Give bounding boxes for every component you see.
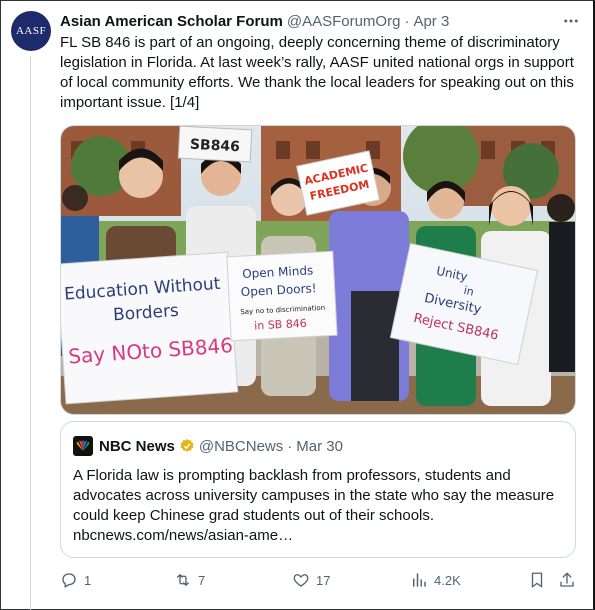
separator-dot: ·	[404, 12, 410, 30]
quoted-tweet[interactable]: NBC News @NBCNews · Mar 30 A Florida law…	[60, 421, 576, 558]
reply-icon	[62, 573, 76, 588]
sign-sb846-top: SB846	[190, 137, 241, 156]
like-button[interactable]: 17	[292, 568, 330, 592]
more-icon[interactable]	[561, 11, 581, 31]
heart-icon	[293, 574, 309, 587]
retweet-button[interactable]: 7	[174, 568, 205, 592]
views-button[interactable]: 4.2K	[410, 568, 461, 592]
quoted-handle[interactable]: @NBCNews	[199, 438, 283, 455]
views-icon	[413, 573, 426, 587]
reply-button[interactable]: 1	[60, 568, 91, 592]
reply-count: 1	[84, 572, 92, 588]
like-count: 17	[316, 572, 331, 588]
tweet-photo[interactable]: SB846 ACADEMIC FREEDOM Education Without…	[60, 125, 576, 415]
post-date[interactable]: Apr 3	[413, 13, 449, 30]
tweet-header: Asian American Scholar Forum @AASForumOr…	[60, 11, 581, 31]
share-icon	[560, 572, 574, 587]
quoted-link[interactable]: nbcnews.com/news/asian-ame…	[73, 527, 293, 544]
display-name[interactable]: Asian American Scholar Forum	[60, 13, 283, 30]
nbc-logo-icon	[73, 436, 93, 456]
quoted-display-name[interactable]: NBC News	[99, 438, 175, 455]
thread-line	[30, 56, 31, 610]
avatar[interactable]: AASF	[11, 11, 51, 51]
action-bar: 1 7 17 4.2K	[60, 568, 580, 592]
verified-badge-icon	[180, 439, 194, 452]
views-count: 4.2K	[434, 572, 461, 588]
quoted-date[interactable]: Mar 30	[296, 438, 343, 455]
share-button[interactable]	[558, 568, 582, 592]
quoted-body: A Florida law is prompting backlash from…	[73, 467, 555, 524]
user-handle[interactable]: @AASForumOrg	[287, 13, 401, 30]
quoted-tweet-text: A Florida law is prompting backlash from…	[73, 466, 563, 546]
quoted-tweet-header: NBC News @NBCNews · Mar 30	[73, 436, 343, 456]
avatar-text: AASF	[15, 25, 47, 37]
retweet-count: 7	[198, 572, 206, 588]
retweet-icon	[177, 574, 189, 586]
bookmark-icon	[531, 572, 543, 588]
bookmark-button[interactable]	[528, 568, 552, 592]
tweet-text: FL SB 846 is part of an ongoing, deeply …	[60, 34, 574, 111]
quoted-separator: ·	[287, 437, 293, 455]
sign-middle-line4: in SB 846	[254, 317, 307, 333]
